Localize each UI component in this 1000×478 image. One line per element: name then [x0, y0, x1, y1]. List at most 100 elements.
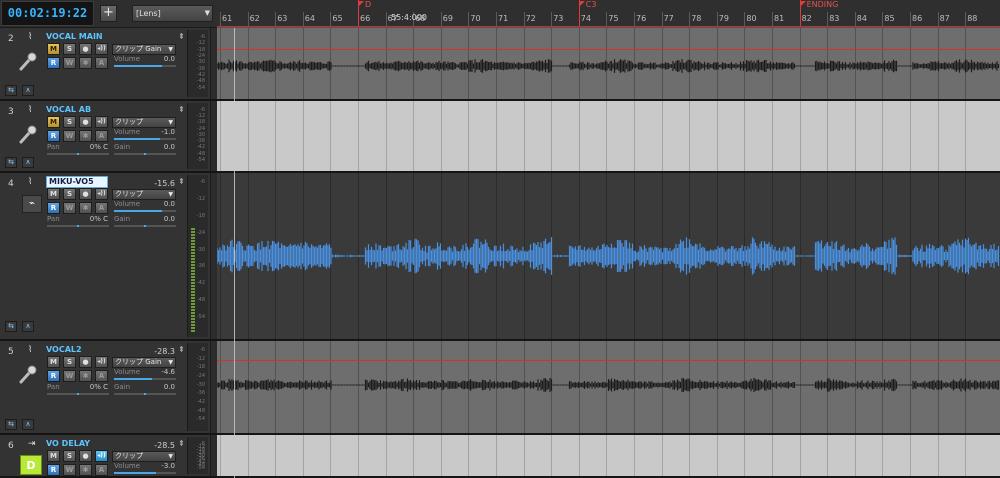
clip-lane-2[interactable] [217, 28, 1000, 101]
audio-waveform-icon[interactable]: ⌇ [28, 345, 42, 355]
gain-slider[interactable] [114, 393, 176, 395]
volume-slider[interactable] [114, 138, 176, 140]
clip-lane-4[interactable] [217, 173, 1000, 341]
automation-lane-icon[interactable]: ∧ [22, 419, 34, 430]
lane-expand-icon[interactable]: ⇆ [5, 85, 17, 96]
clip-mode-dropdown[interactable]: クリップ ▼ [112, 451, 176, 462]
audio-waveform-icon[interactable]: ⌇ [28, 32, 42, 42]
collapse-icon[interactable]: ⇞ [178, 105, 185, 114]
marker-ending[interactable]: ENDING [799, 0, 838, 27]
volume-value[interactable]: 0.0 [147, 55, 175, 63]
clip-lane-6[interactable] [217, 435, 1000, 478]
mute-button[interactable]: M [47, 356, 60, 368]
clip-waveform[interactable] [217, 173, 1000, 341]
track-header-5[interactable]: 5 ⌇ VOCAL2 -28.3 ⇞ M S ● ◂)) クリップ Gain ▼ R W ✱ A Volume… [0, 341, 217, 435]
header-resize-grip[interactable] [210, 101, 217, 171]
volume-value[interactable]: -4.6 [147, 368, 175, 376]
volume-value[interactable]: 0.0 [147, 200, 175, 208]
fx-bypass-icon[interactable]: ✱ [79, 464, 92, 476]
read-automation-button[interactable]: R [47, 130, 60, 142]
lane-expand-icon[interactable]: ⇆ [5, 321, 17, 332]
archive-button[interactable]: A [95, 464, 108, 476]
add-track-button[interactable]: + [100, 5, 117, 22]
clip-mode-dropdown[interactable]: クリップ Gain ▼ [112, 44, 176, 55]
track-header-3[interactable]: 3 ⌇ VOCAL AB ⇞ M S ● ◂)) クリップ ▼ R W ✱ A Volume -1.0 Pan 0… [0, 101, 217, 173]
gain-value[interactable]: 0.0 [147, 215, 175, 223]
volume-value[interactable]: -1.0 [147, 128, 175, 136]
automation-lane-icon[interactable]: ∧ [22, 157, 34, 168]
pan-value[interactable]: 0% C [80, 215, 108, 223]
archive-button[interactable]: A [95, 57, 108, 69]
mute-button[interactable]: M [47, 188, 60, 200]
write-automation-button[interactable]: W [63, 202, 76, 214]
lane-expand-icon[interactable]: ⇆ [5, 157, 17, 168]
archive-button[interactable]: A [95, 130, 108, 142]
input-echo-button[interactable]: ◂)) [95, 188, 108, 200]
track-name[interactable]: VOCAL2 [46, 345, 82, 354]
gain-value[interactable]: 0.0 [147, 143, 175, 151]
mute-button[interactable]: M [47, 450, 60, 462]
archive-button[interactable]: A [95, 370, 108, 382]
header-resize-grip[interactable] [210, 435, 217, 476]
automation-lane-icon[interactable]: ∧ [22, 85, 34, 96]
track-name[interactable]: VOCAL MAIN [46, 32, 103, 41]
lane-expand-icon[interactable]: ⇆ [5, 419, 17, 430]
record-arm-button[interactable]: ● [79, 450, 92, 462]
fx-bypass-icon[interactable]: ✱ [79, 370, 92, 382]
input-echo-button[interactable]: ◂)) [95, 116, 108, 128]
header-resize-grip[interactable] [210, 28, 217, 99]
write-automation-button[interactable]: W [63, 370, 76, 382]
write-automation-button[interactable]: W [63, 464, 76, 476]
automation-lane-icon[interactable]: ∧ [22, 321, 34, 332]
write-automation-button[interactable]: W [63, 57, 76, 69]
volume-slider[interactable] [114, 378, 176, 380]
clip-lane-3[interactable] [217, 101, 1000, 173]
read-automation-button[interactable]: R [47, 202, 60, 214]
lens-select[interactable]: [Lens] ▼ [132, 5, 213, 22]
solo-button[interactable]: S [63, 450, 76, 462]
pan-slider[interactable] [47, 153, 109, 155]
fx-bypass-icon[interactable]: ✱ [79, 57, 92, 69]
read-automation-button[interactable]: R [47, 57, 60, 69]
audio-waveform-icon[interactable]: ⌇ [28, 177, 42, 187]
volume-value[interactable]: -3.0 [147, 462, 175, 470]
volume-slider[interactable] [114, 65, 176, 67]
track-header-6[interactable]: 6 ⇥ VO DELAY -28.5 ⇞ D M S ● ◂)) クリップ ▼ R W ✱ A Volume -3… [0, 435, 217, 478]
collapse-icon[interactable]: ⇞ [178, 439, 185, 448]
clip-waveform[interactable] [217, 341, 1000, 435]
collapse-icon[interactable]: ⇞ [178, 177, 185, 186]
track-header-4[interactable]: 4 ⌇ MIKU-VO5 -15.6 ⇞ ⌁ M S ● ◂)) クリップ ▼ R W ✱ A Volume 0.… [0, 173, 217, 341]
clip-mode-dropdown[interactable]: クリップ Gain ▼ [112, 357, 176, 368]
mute-button[interactable]: M [47, 43, 60, 55]
time-display[interactable]: 00:02:19:22 [1, 1, 94, 26]
solo-button[interactable]: S [63, 43, 76, 55]
input-echo-button[interactable]: ◂)) [95, 43, 108, 55]
record-arm-button[interactable]: ● [79, 188, 92, 200]
clips-pane[interactable] [217, 28, 1000, 478]
input-echo-button[interactable]: ◂)) [95, 450, 108, 462]
timeline-ruler[interactable]: 61 62 63 64 65 66 67 68 69 70 71 72 73 74 75 76 77 78 79 80… [217, 0, 1000, 28]
pan-value[interactable]: 0% C [80, 383, 108, 391]
header-resize-grip[interactable] [210, 173, 217, 339]
solo-button[interactable]: S [63, 116, 76, 128]
collapse-icon[interactable]: ⇞ [178, 32, 185, 41]
marker-d[interactable]: D [358, 0, 371, 27]
input-echo-button[interactable]: ◂)) [95, 356, 108, 368]
fx-bypass-icon[interactable]: ✱ [79, 202, 92, 214]
read-automation-button[interactable]: R [47, 370, 60, 382]
arrow-icon[interactable]: ⇥ [28, 439, 42, 449]
track-header-2[interactable]: 2 ⌇ VOCAL MAIN ⇞ M S ● ◂)) クリップ Gain ▼ R W ✱ A Volume 0… [0, 28, 217, 101]
header-resize-grip[interactable] [210, 341, 217, 433]
gain-slider[interactable] [114, 153, 176, 155]
solo-button[interactable]: S [63, 356, 76, 368]
audio-waveform-icon[interactable]: ⌇ [28, 105, 42, 115]
pan-slider[interactable] [47, 225, 109, 227]
clip-mode-dropdown[interactable]: クリップ ▼ [112, 117, 176, 128]
volume-slider[interactable] [114, 472, 176, 474]
pan-slider[interactable] [47, 393, 109, 395]
clip-mode-dropdown[interactable]: クリップ ▼ [112, 189, 176, 200]
record-arm-button[interactable]: ● [79, 116, 92, 128]
collapse-icon[interactable]: ⇞ [178, 345, 185, 354]
archive-button[interactable]: A [95, 202, 108, 214]
playhead[interactable] [234, 28, 235, 478]
